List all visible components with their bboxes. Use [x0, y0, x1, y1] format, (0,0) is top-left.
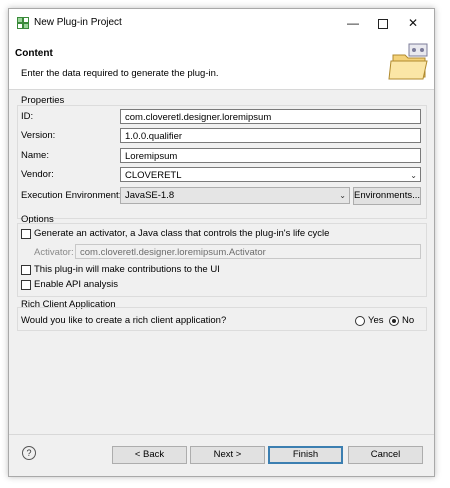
finish-button[interactable]: Finish: [268, 446, 343, 464]
close-button[interactable]: ✕: [400, 13, 426, 33]
execution-environment-label: Execution Environment:: [21, 190, 122, 201]
next-button[interactable]: Next >: [190, 446, 265, 464]
footer-separator: [9, 434, 434, 435]
rca-no-label: No: [402, 315, 415, 326]
app-icon: [17, 17, 29, 29]
id-label: ID:: [21, 111, 34, 122]
ui-contributions-checkbox[interactable]: [21, 265, 31, 275]
execution-environment-value: JavaSE-1.8: [125, 190, 175, 201]
page-description: Enter the data required to generate the …: [21, 68, 219, 79]
wizard-header: Content Enter the data required to gener…: [9, 37, 434, 90]
vendor-combo[interactable]: CLOVERETL ⌄: [120, 167, 421, 182]
activator-checkbox[interactable]: [21, 229, 31, 239]
execution-environment-combo[interactable]: JavaSE-1.8 ⌄: [120, 187, 350, 204]
maximize-icon: [378, 18, 388, 29]
activator-checkbox-label: Generate an activator, a Java class that…: [34, 228, 330, 239]
api-analysis-label: Enable API analysis: [34, 279, 118, 290]
folder-plugin-icon: [388, 43, 428, 80]
vendor-label: Vendor:: [21, 169, 54, 180]
rca-question: Would you like to create a rich client a…: [21, 315, 227, 326]
version-label: Version:: [21, 130, 56, 141]
activator-label: Activator:: [34, 247, 74, 258]
rca-yes-radio[interactable]: [355, 316, 365, 326]
ui-contributions-label: This plug-in will make contributions to …: [34, 264, 220, 275]
version-field[interactable]: 1.0.0.qualifier: [120, 128, 421, 143]
window-title: New Plug-in Project: [34, 17, 122, 28]
api-analysis-checkbox[interactable]: [21, 280, 31, 290]
rca-yes-label: Yes: [368, 315, 384, 326]
name-field[interactable]: Loremipsum: [120, 148, 421, 163]
maximize-button[interactable]: [370, 13, 396, 33]
chevron-down-icon: ⌄: [410, 171, 417, 180]
dialog-window: New Plug-in Project — ✕ Content Enter th…: [8, 8, 435, 477]
page-title: Content: [15, 48, 53, 59]
id-field[interactable]: com.cloveretl.designer.loremipsum: [120, 109, 421, 124]
minimize-button[interactable]: —: [340, 13, 366, 33]
chevron-down-icon: ⌄: [339, 191, 346, 200]
environments-button[interactable]: Environments...: [353, 187, 421, 205]
title-bar: New Plug-in Project — ✕: [9, 9, 434, 37]
activator-field: com.cloveretl.designer.loremipsum.Activa…: [75, 244, 421, 259]
vendor-value: CLOVERETL: [125, 170, 182, 181]
cancel-button[interactable]: Cancel: [348, 446, 423, 464]
help-icon[interactable]: ?: [22, 446, 36, 460]
back-button[interactable]: < Back: [112, 446, 187, 464]
rca-no-radio[interactable]: [389, 316, 399, 326]
name-label: Name:: [21, 150, 49, 161]
